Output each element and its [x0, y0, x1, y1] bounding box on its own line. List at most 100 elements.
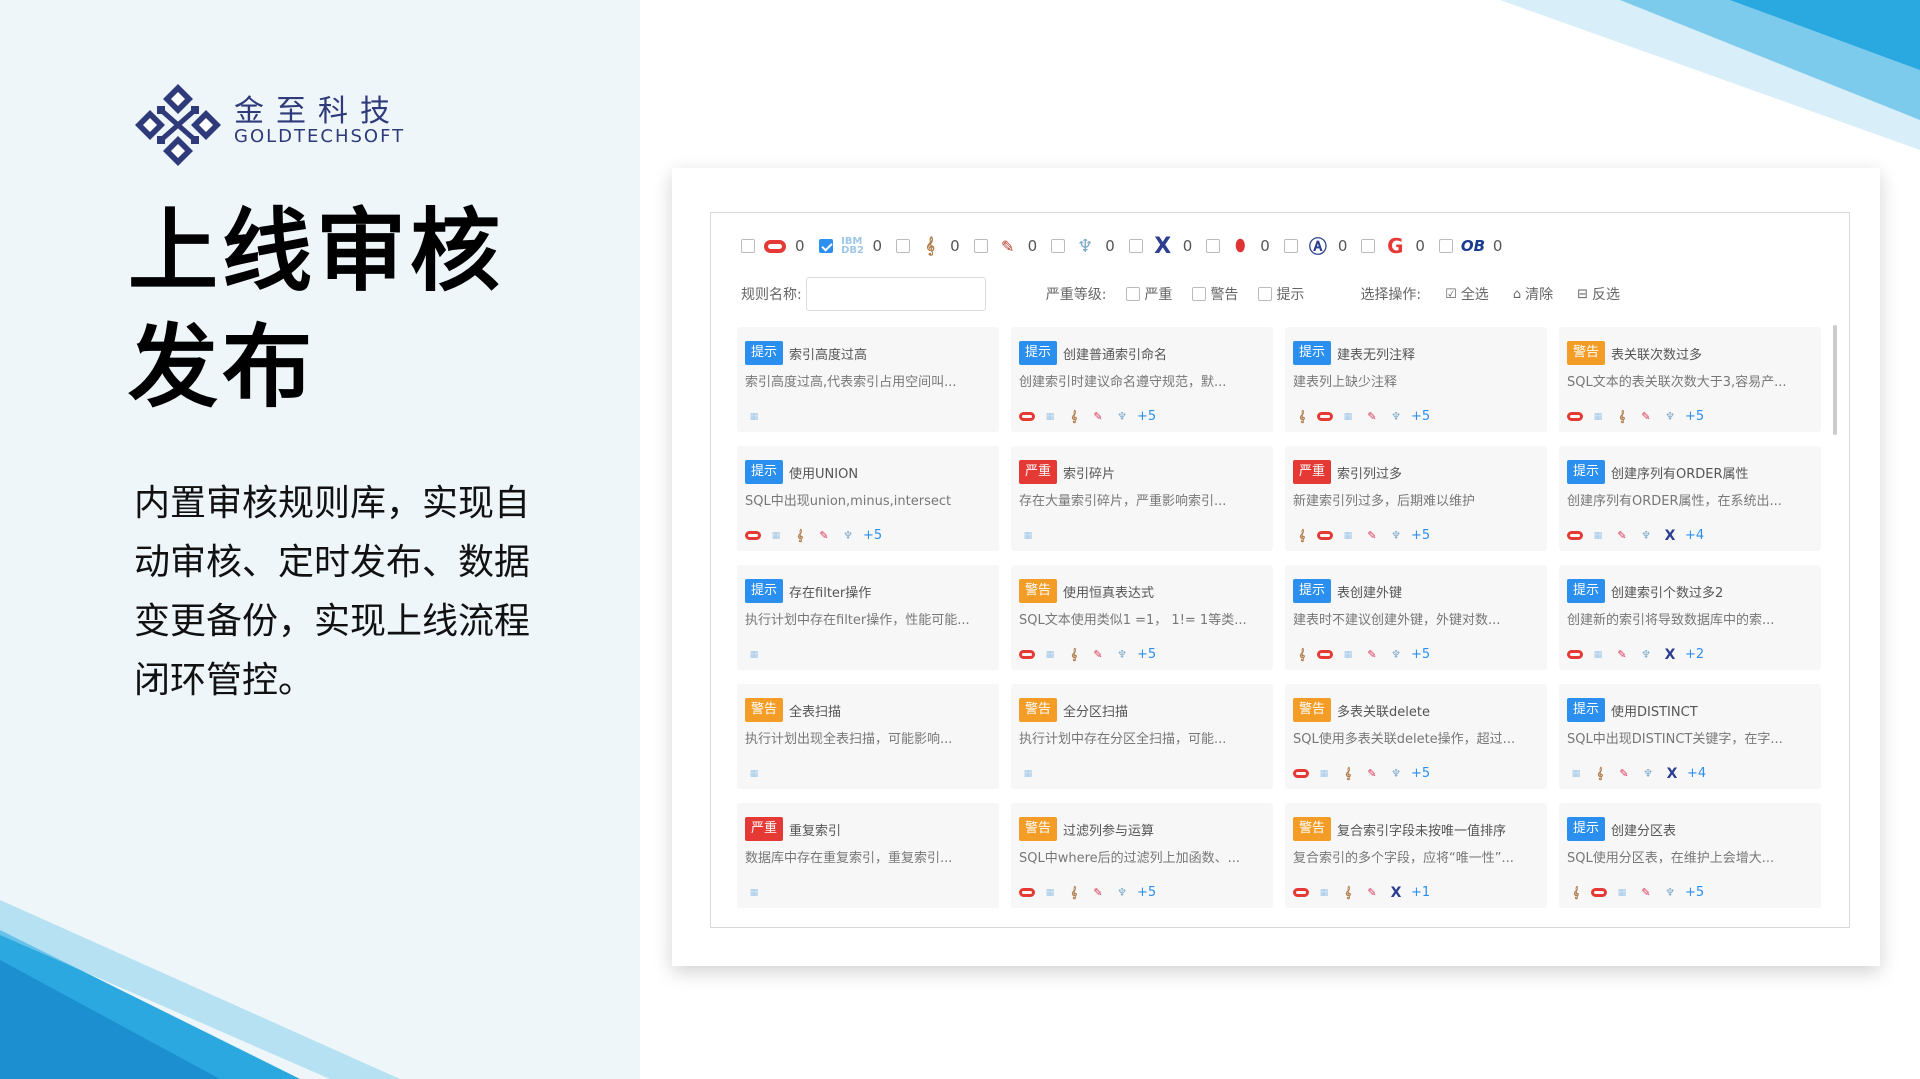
rule-card[interactable]: 警告 复合索引字段未按唯一值排序 复合索引的多个字段，应将“唯一性”... ▦ 𝄞 ✎ X +…	[1285, 803, 1547, 908]
goldtech-logo-icon	[135, 84, 221, 166]
postgresql-icon: ♆	[1665, 886, 1675, 899]
rule-card[interactable]: 提示 表创建外键 建表时不建议创建外键，外键对数... 𝄞 ▦ ✎ ♆ +5	[1285, 565, 1547, 670]
brand-name-cn: 金至科技	[234, 94, 402, 129]
rule-name-input[interactable]	[805, 277, 986, 311]
db-filter-count: 0	[1415, 237, 1425, 255]
mariadb-icon: ✎	[1000, 236, 1015, 256]
mariadb-icon: ✎	[1367, 410, 1377, 423]
rule-card[interactable]: 提示 创建序列有ORDER属性 创建序列有ORDER属性，在系统出... ▦ ✎ ♆ X +4	[1559, 446, 1821, 551]
rule-name: 表关联次数过多	[1611, 347, 1703, 363]
db-filter-oracle[interactable]: 0	[741, 235, 805, 257]
mariadb-icon: ✎	[1367, 648, 1377, 661]
rule-db-extra-count: +5	[1685, 885, 1705, 900]
db-filter-oceanbase[interactable]: OB 0	[1438, 235, 1502, 257]
oracle-icon	[1019, 888, 1035, 897]
clear-button[interactable]: ⌂ 清除	[1513, 284, 1553, 304]
rule-card[interactable]: 严重 重复索引 数据库中存在重复索引，重复索引... ▦	[737, 803, 999, 908]
db-filter-checkbox[interactable]	[973, 239, 988, 253]
rule-card[interactable]: 警告 多表关联delete SQL使用多表关联delete操作，超过... ▦ 𝄞 ✎ ♆ +…	[1285, 684, 1547, 789]
rule-db-extra-count: +4	[1685, 528, 1705, 543]
db-filter-x-db[interactable]: X0	[1128, 234, 1192, 259]
brand-name-en: GOLDTECHSOFT	[234, 126, 406, 147]
db2-icon: ▦	[1045, 887, 1055, 898]
severity-option-warning[interactable]: 警告	[1192, 284, 1238, 304]
rule-library-screenshot: 0 IBM DB2 0 𝄞 0 ✎ 0 ♆ 0 X 0 ⬮ 0 Ⓐ 0 G 0 OB 0 规则名称: 严重等级: 严重…	[672, 168, 1880, 966]
rule-name: 创建索引个数过多2	[1611, 585, 1724, 601]
rule-level-badge: 提示	[745, 341, 784, 365]
rule-card[interactable]: 提示 使用UNION SQL中出现union,minus,intersect ▦ 𝄞 ✎ ♆…	[737, 446, 999, 551]
rule-db-extra-count: +4	[1687, 766, 1707, 781]
rule-description: SQL使用分区表，在维护上会增大...	[1567, 851, 1775, 866]
severity-option-severe[interactable]: 严重	[1126, 284, 1172, 304]
mariadb-icon: ✎	[1367, 529, 1377, 542]
x-db-icon: X	[1666, 765, 1678, 782]
db-filter-mariadb[interactable]: ✎ 0	[973, 235, 1038, 257]
rule-card[interactable]: 严重 索引列过多 新建索引列过多，后期难以维护 𝄞 ▦ ✎ ♆ +5	[1285, 446, 1547, 551]
db-filter-g-db[interactable]: G0	[1361, 234, 1425, 258]
rule-description: 执行计划中存在filter操作，性能可能...	[745, 613, 970, 628]
rule-card[interactable]: 警告 过滤列参与运算 SQL中where后的过滤列上加函数、... ▦ 𝄞 ✎ ♆ +5	[1011, 803, 1273, 908]
rule-card[interactable]: 提示 创建分区表 SQL使用分区表，在维护上会增大... 𝄞 ▦ ✎ ♆ +5	[1559, 803, 1821, 908]
rule-grid-scrollbar[interactable]	[1833, 325, 1837, 435]
mysql-icon: 𝄞	[1298, 647, 1306, 661]
severity-option-tip[interactable]: 提示	[1258, 284, 1304, 304]
rule-description: SQL使用多表关联delete操作，超过...	[1293, 732, 1516, 747]
db-filter-checkbox[interactable]	[896, 239, 911, 253]
db-filter-checkbox[interactable]	[1206, 239, 1221, 253]
rule-card[interactable]: 警告 表关联次数过多 SQL文本的表关联次数大于3,容易产... ▦ 𝄞 ✎ ♆ +5	[1559, 327, 1821, 432]
ops-label: 选择操作:	[1360, 287, 1422, 303]
db-filter-checkbox[interactable]	[818, 239, 833, 253]
rule-name: 全分区扫描	[1063, 704, 1129, 720]
db-filter-mysql[interactable]: 𝄞 0	[896, 235, 960, 257]
db-filter-checkbox[interactable]	[1051, 239, 1066, 253]
g-db-icon: G	[1387, 234, 1404, 258]
rule-header: 提示 存在filter操作	[745, 579, 989, 603]
rule-description: 复合索引的多个字段，应将“唯一性”...	[1293, 851, 1514, 866]
rule-header: 提示 表创建外键	[1293, 579, 1537, 603]
rule-card[interactable]: 提示 存在filter操作 执行计划中存在filter操作，性能可能... ▦	[737, 565, 999, 670]
invert-button[interactable]: ⊟ 反选	[1577, 284, 1620, 304]
severity-checkbox-severe[interactable]	[1126, 287, 1141, 301]
db-filter-count: 0	[1027, 237, 1038, 255]
rule-name-label: 规则名称:	[741, 287, 802, 303]
rule-card[interactable]: 警告 全分区扫描 执行计划中存在分区全扫描，可能... ▦	[1011, 684, 1273, 789]
rule-name: 创建分区表	[1611, 823, 1677, 839]
oracle-icon	[1293, 769, 1309, 778]
rule-header: 警告 复合索引字段未按唯一值排序	[1293, 817, 1537, 841]
db-filter-redis[interactable]: ⬮ 0	[1206, 235, 1270, 257]
oracle-icon	[1567, 650, 1583, 659]
rule-card[interactable]: 警告 使用恒真表达式 SQL文本使用类似1 =1， 1!= 1等类... ▦ 𝄞 ✎ ♆ +5	[1011, 565, 1273, 670]
rule-card[interactable]: 提示 索引高度过高 索引高度过高,代表索引占用空间叫... ▦	[737, 327, 999, 432]
postgresql-icon: ♆	[1665, 410, 1675, 423]
rule-db-list: 𝄞 ▦ ✎ ♆ +5	[1293, 409, 1430, 424]
db-filter-checkbox[interactable]	[741, 239, 755, 253]
rule-description: SQL中where后的过滤列上加函数、...	[1019, 851, 1241, 866]
db2-icon: ▦	[1319, 887, 1329, 898]
check-all-icon: ☑	[1445, 286, 1457, 302]
rule-card[interactable]: 提示 创建索引个数过多2 创建新的索引将导致数据库中的索... ▦ ✎ ♆ X +2	[1559, 565, 1821, 670]
db-filter-checkbox[interactable]	[1128, 239, 1143, 253]
severity-checkbox-warning[interactable]	[1192, 287, 1207, 301]
rule-db-list: ▦ 𝄞 ✎ ♆ +5	[1019, 647, 1156, 662]
rule-card[interactable]: 提示 建表无列注释 建表列上缺少注释 𝄞 ▦ ✎ ♆ +5	[1285, 327, 1547, 432]
rule-card[interactable]: 警告 全表扫描 执行计划出现全表扫描，可能影响... ▦	[737, 684, 999, 789]
db-filter-checkbox[interactable]	[1438, 239, 1453, 253]
select-all-button[interactable]: ☑ 全选	[1445, 284, 1489, 304]
db-filter-checkbox[interactable]	[1361, 239, 1376, 253]
page-title-line-2: 发布	[128, 315, 316, 420]
rule-db-list: ▦ 𝄞 ✎ ♆ +5	[1019, 409, 1156, 424]
db2-icon: ▦	[1319, 768, 1329, 779]
rule-card[interactable]: 提示 使用DISTINCT SQL中出现DISTINCT关键字，在字... ▦ 𝄞 ✎ ♆ X…	[1559, 684, 1821, 789]
rule-level-badge: 提示	[1293, 579, 1332, 603]
db-filter-db2[interactable]: IBM DB2 0	[818, 235, 882, 257]
severity-checkbox-tip[interactable]	[1258, 287, 1273, 301]
rule-card[interactable]: 严重 索引碎片 存在大量索引碎片，严重影响索引... ▦	[1011, 446, 1273, 551]
oracle-icon	[1591, 888, 1607, 897]
rule-db-list: ▦	[745, 886, 769, 900]
db-filter-postgresql[interactable]: ♆ 0	[1051, 235, 1115, 257]
rule-description: 新建索引列过多，后期难以维护	[1293, 494, 1476, 509]
db-filter-checkbox[interactable]	[1283, 239, 1298, 253]
rule-card[interactable]: 提示 创建普通索引命名 创建索引时建议命名遵守规范，默... ▦ 𝄞 ✎ ♆ +5	[1011, 327, 1273, 432]
db-filter-arrow-db[interactable]: Ⓐ 0	[1283, 235, 1347, 258]
postgresql-icon: ♆	[1117, 648, 1127, 661]
